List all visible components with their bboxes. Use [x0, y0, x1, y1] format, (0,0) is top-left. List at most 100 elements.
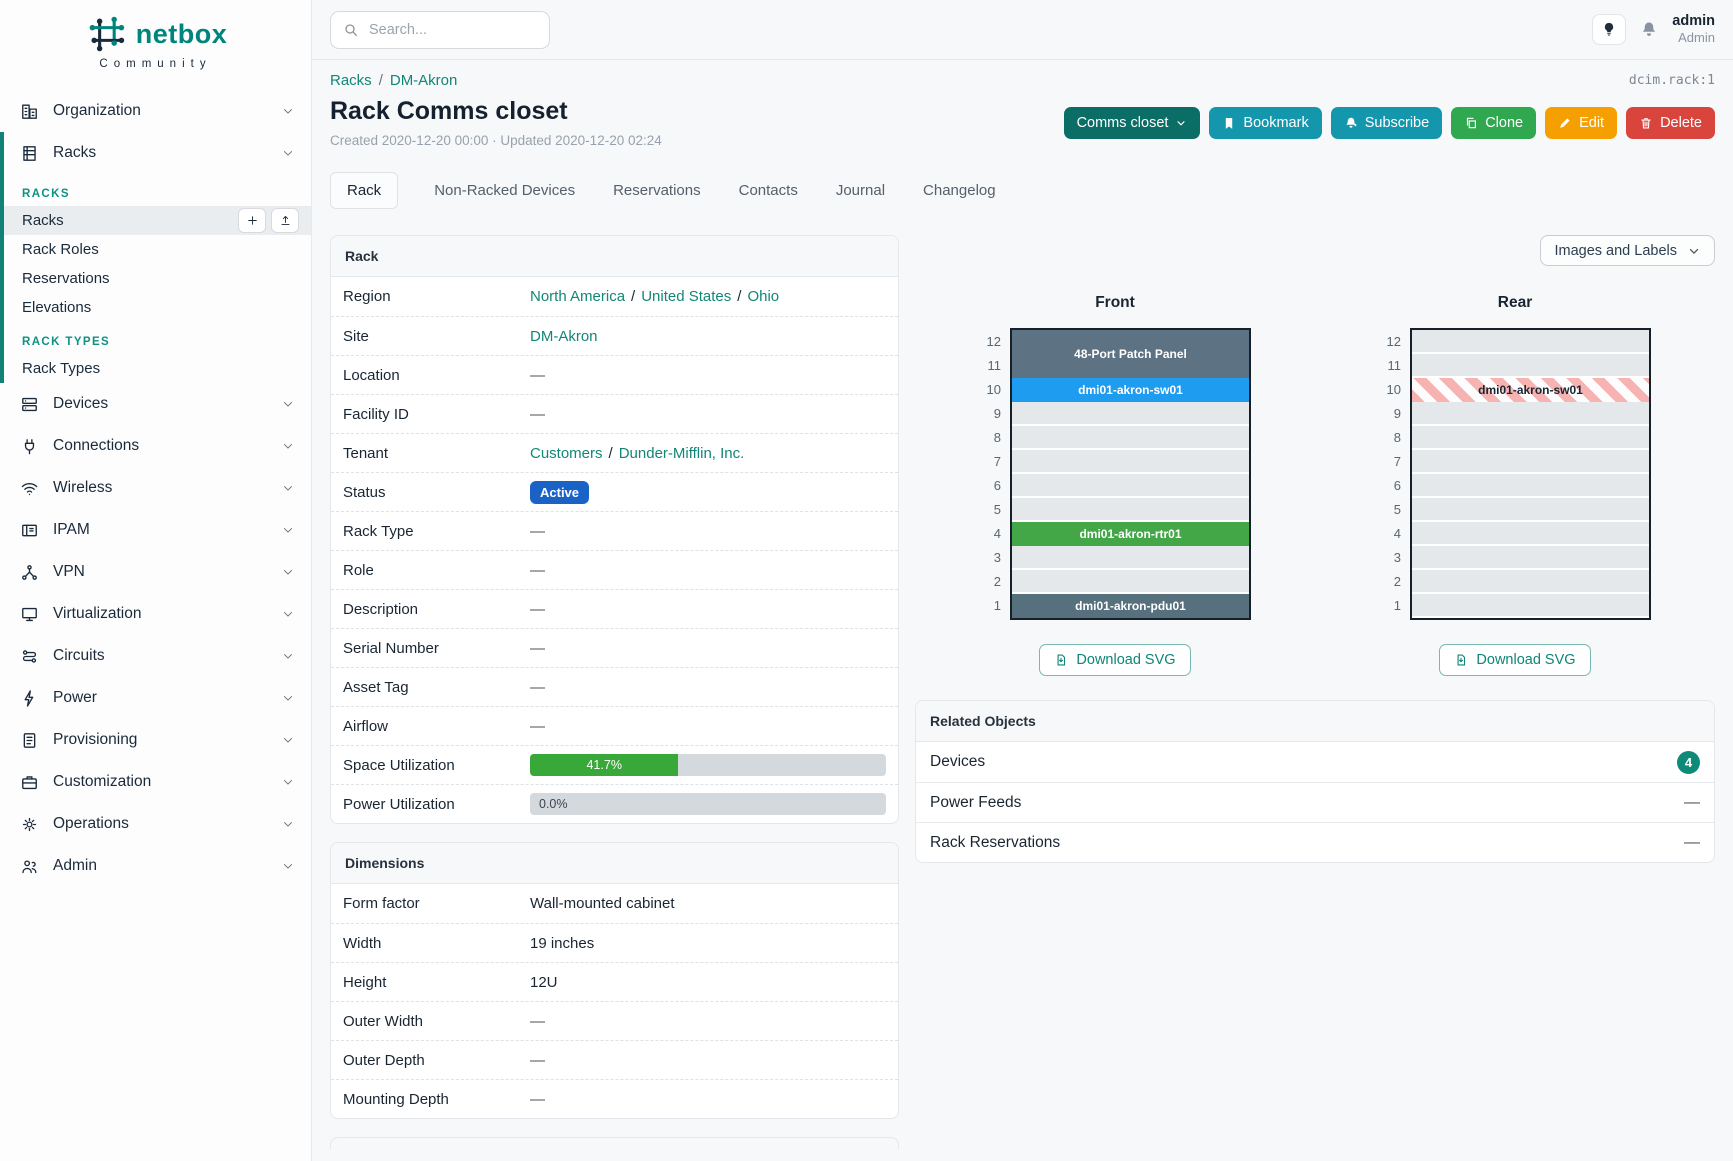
unit-number: 2	[979, 570, 1001, 594]
bookmark-button[interactable]: Bookmark	[1209, 107, 1321, 139]
unit-number: 8	[1379, 426, 1401, 450]
rack-unit-empty[interactable]	[1412, 498, 1649, 522]
clone-button[interactable]: Clone	[1451, 107, 1536, 139]
link-customers[interactable]: Customers	[530, 445, 603, 462]
sidebar-item-circuits[interactable]: Circuits	[0, 635, 311, 677]
pencil-icon	[1558, 116, 1572, 130]
edit-button[interactable]: Edit	[1545, 107, 1617, 139]
attr-label: Width	[343, 935, 530, 952]
rack-unit-empty[interactable]	[1412, 474, 1649, 498]
rack-device-dmi01-akron-sw01[interactable]: dmi01-akron-sw01	[1412, 378, 1649, 402]
sidebar-item-devices[interactable]: Devices	[0, 383, 311, 425]
rack-unit-empty[interactable]	[1012, 450, 1249, 474]
rack-device-dmi01-akron-rtr01[interactable]: dmi01-akron-rtr01	[1012, 522, 1249, 546]
tab-contacts[interactable]: Contacts	[737, 173, 800, 208]
related-row-devices[interactable]: Devices4	[916, 742, 1714, 782]
search-box[interactable]	[330, 11, 550, 49]
rack-unit-empty[interactable]	[1012, 402, 1249, 426]
breadcrumb-link-racks[interactable]: Racks	[330, 72, 372, 89]
rack-unit-empty[interactable]	[1412, 546, 1649, 570]
theme-toggle-button[interactable]	[1592, 14, 1626, 45]
sidebar-item-admin[interactable]: Admin	[0, 845, 311, 887]
sidebar-section-header: RACK TYPES	[4, 322, 311, 354]
link-north-america[interactable]: North America	[530, 288, 625, 305]
sidebar-item-rack-types[interactable]: Rack Types	[4, 354, 311, 383]
circuit-icon	[20, 647, 39, 666]
attr-label: Airflow	[343, 718, 530, 735]
attr-row-role: Role—	[331, 550, 898, 589]
sidebar-subitem-label: Rack Roles	[22, 241, 299, 258]
rack-device-48-port-patch-panel[interactable]: 48-Port Patch Panel	[1012, 330, 1249, 378]
user-menu[interactable]: admin Admin	[1672, 13, 1715, 46]
add-rack-button[interactable]	[238, 208, 266, 233]
attr-row-site: SiteDM-Akron	[331, 316, 898, 355]
bolt-icon	[20, 689, 39, 708]
import-rack-button[interactable]	[271, 208, 299, 233]
sidebar-item-provisioning[interactable]: Provisioning	[0, 719, 311, 761]
rear-download-svg-button[interactable]: Download SVG	[1439, 644, 1590, 676]
sidebar-item-customization[interactable]: Customization	[0, 761, 311, 803]
rack-unit-empty[interactable]	[1412, 570, 1649, 594]
attr-row-tenant: TenantCustomers/Dunder-Mifflin, Inc.	[331, 433, 898, 472]
related-row-rack-reservations[interactable]: Rack Reservations—	[916, 822, 1714, 862]
front-download-svg-button[interactable]: Download SVG	[1039, 644, 1190, 676]
rack-unit-empty[interactable]	[1412, 594, 1649, 618]
partial-panel	[330, 1137, 899, 1149]
attr-label: Description	[343, 601, 530, 618]
subscribe-button[interactable]: Subscribe	[1331, 107, 1442, 139]
tab-non-racked-devices[interactable]: Non-Racked Devices	[432, 173, 577, 208]
tab-changelog[interactable]: Changelog	[921, 173, 998, 208]
empty-value: —	[530, 718, 545, 735]
breadcrumb-link-site[interactable]: DM-Akron	[390, 72, 458, 89]
tab-rack[interactable]: Rack	[330, 172, 398, 209]
images-labels-toggle[interactable]: Images and Labels	[1540, 235, 1715, 266]
link-dm-akron[interactable]: DM-Akron	[530, 328, 598, 345]
rack-unit-empty[interactable]	[1012, 426, 1249, 450]
user-role: Admin	[1672, 30, 1715, 46]
context-dropdown-button[interactable]: Comms closet	[1064, 107, 1201, 139]
link-united-states[interactable]: United States	[641, 288, 731, 305]
rack-unit-empty[interactable]	[1412, 522, 1649, 546]
link-dunder-mifflin-inc[interactable]: Dunder-Mifflin, Inc.	[619, 445, 745, 462]
tab-reservations[interactable]: Reservations	[611, 173, 703, 208]
rack-device-dmi01-akron-sw01[interactable]: dmi01-akron-sw01	[1012, 378, 1249, 402]
rack-unit-empty[interactable]	[1412, 330, 1649, 354]
related-row-power-feeds[interactable]: Power Feeds—	[916, 782, 1714, 822]
rack-unit-empty[interactable]	[1412, 450, 1649, 474]
sidebar-item-label: Operations	[53, 815, 267, 833]
sidebar-item-wireless[interactable]: Wireless	[0, 467, 311, 509]
sidebar-item-operations[interactable]: Operations	[0, 803, 311, 845]
tab-journal[interactable]: Journal	[834, 173, 887, 208]
rack-device-dmi01-akron-pdu01[interactable]: dmi01-akron-pdu01	[1012, 594, 1249, 618]
sidebar-item-elevations[interactable]: Elevations	[4, 293, 311, 322]
rack-unit-empty[interactable]	[1012, 546, 1249, 570]
search-input[interactable]	[369, 22, 519, 38]
attr-row-power-utilization: Power Utilization0.0%	[331, 784, 898, 823]
sidebar-item-organization[interactable]: Organization	[0, 90, 311, 132]
empty-value: —	[1684, 834, 1700, 852]
gear-icon	[20, 815, 39, 834]
sidebar-item-virtualization[interactable]: Virtualization	[0, 593, 311, 635]
sidebar-item-reservations[interactable]: Reservations	[4, 264, 311, 293]
empty-value: —	[530, 601, 545, 618]
rack-unit-empty[interactable]	[1012, 474, 1249, 498]
sidebar-item-ipam[interactable]: IPAM	[0, 509, 311, 551]
brand[interactable]: netbox Community	[0, 0, 311, 76]
rack-unit-empty[interactable]	[1012, 570, 1249, 594]
sidebar-item-vpn[interactable]: VPN	[0, 551, 311, 593]
delete-button[interactable]: Delete	[1626, 107, 1715, 139]
sidebar-item-racks[interactable]: Racks	[4, 132, 311, 174]
rack-unit-empty[interactable]	[1412, 354, 1649, 378]
notifications-button[interactable]	[1640, 20, 1658, 38]
sidebar-group-racks: RacksRACKSRacksRack RolesReservationsEle…	[0, 132, 311, 383]
link-ohio[interactable]: Ohio	[747, 288, 779, 305]
sidebar-item-connections[interactable]: Connections	[0, 425, 311, 467]
unit-number: 1	[979, 594, 1001, 618]
rack-unit-empty[interactable]	[1012, 498, 1249, 522]
rack-unit-empty[interactable]	[1412, 402, 1649, 426]
attr-row-mounting-depth: Mounting Depth—	[331, 1079, 898, 1118]
sidebar-item-racks[interactable]: Racks	[4, 206, 311, 235]
sidebar-item-rack-roles[interactable]: Rack Roles	[4, 235, 311, 264]
rack-unit-empty[interactable]	[1412, 426, 1649, 450]
sidebar-item-power[interactable]: Power	[0, 677, 311, 719]
